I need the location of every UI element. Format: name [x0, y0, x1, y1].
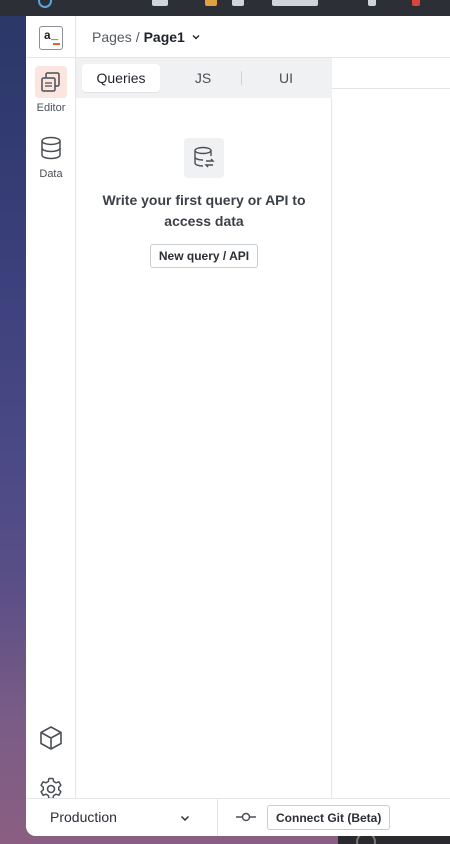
explorer-tabs: Queries JS UI [76, 58, 332, 98]
database-icon [41, 136, 61, 160]
connect-git-button[interactable]: Connect Git (Beta) [267, 805, 391, 830]
environment-select[interactable]: Production [26, 799, 218, 836]
explorer-panel: Queries JS UI Write your first query or … [76, 58, 332, 798]
app-logo[interactable]: a_ [39, 26, 63, 50]
chevron-down-icon[interactable] [191, 32, 201, 42]
os-menu-icon [152, 0, 168, 6]
os-chart-icon [205, 0, 217, 6]
os-menu-icon [412, 0, 420, 6]
tab-ui[interactable]: UI [248, 64, 324, 92]
tab-queries[interactable]: Queries [82, 64, 160, 92]
data-icon-container [35, 132, 67, 164]
breadcrumb: Pages / Page1 [92, 29, 201, 45]
sidebar-item-label: Data [39, 168, 63, 180]
tab-js[interactable]: JS [166, 64, 240, 92]
canvas-toolbar [332, 58, 450, 89]
left-sidebar: Editor Data [26, 58, 76, 800]
empty-state-message: Write your first query or API to access … [102, 192, 306, 229]
queries-empty-state: Write your first query or API to access … [76, 138, 332, 268]
os-menu-icon [368, 0, 376, 6]
packages-cube-icon [40, 726, 62, 750]
empty-state-icon-container [184, 138, 224, 178]
environment-label: Production [50, 809, 117, 825]
current-page-name[interactable]: Page1 [144, 29, 185, 45]
header-divider [75, 16, 76, 58]
breadcrumb-root[interactable]: Pages [92, 29, 132, 45]
sidebar-item-packages[interactable] [26, 725, 76, 751]
os-menu-icon [232, 0, 244, 6]
editor-icon-container [35, 66, 67, 98]
sidebar-item-editor[interactable]: Editor [26, 66, 76, 114]
new-query-button[interactable]: New query / API [149, 244, 259, 268]
chevron-down-icon [180, 815, 190, 822]
bottom-bar: Production Connect Git (Beta) [26, 798, 450, 836]
sidebar-item-data[interactable]: Data [26, 132, 76, 180]
os-menu-icon [272, 0, 318, 6]
database-sync-icon [194, 146, 215, 168]
breadcrumb-separator: / [135, 29, 140, 45]
canvas-area[interactable] [332, 58, 450, 798]
tab-divider [241, 71, 242, 85]
sidebar-item-label: Editor [36, 102, 66, 114]
editor-pages-icon [41, 72, 60, 92]
app-header: a_ Pages / Page1 [26, 16, 450, 58]
git-commit-icon [236, 812, 256, 822]
logo-text: a_ [43, 29, 59, 43]
app-window: a_ Pages / Page1 Editor Data Queries JS … [26, 16, 450, 836]
os-status-icon [38, 0, 52, 8]
os-menu-bar [0, 0, 450, 16]
